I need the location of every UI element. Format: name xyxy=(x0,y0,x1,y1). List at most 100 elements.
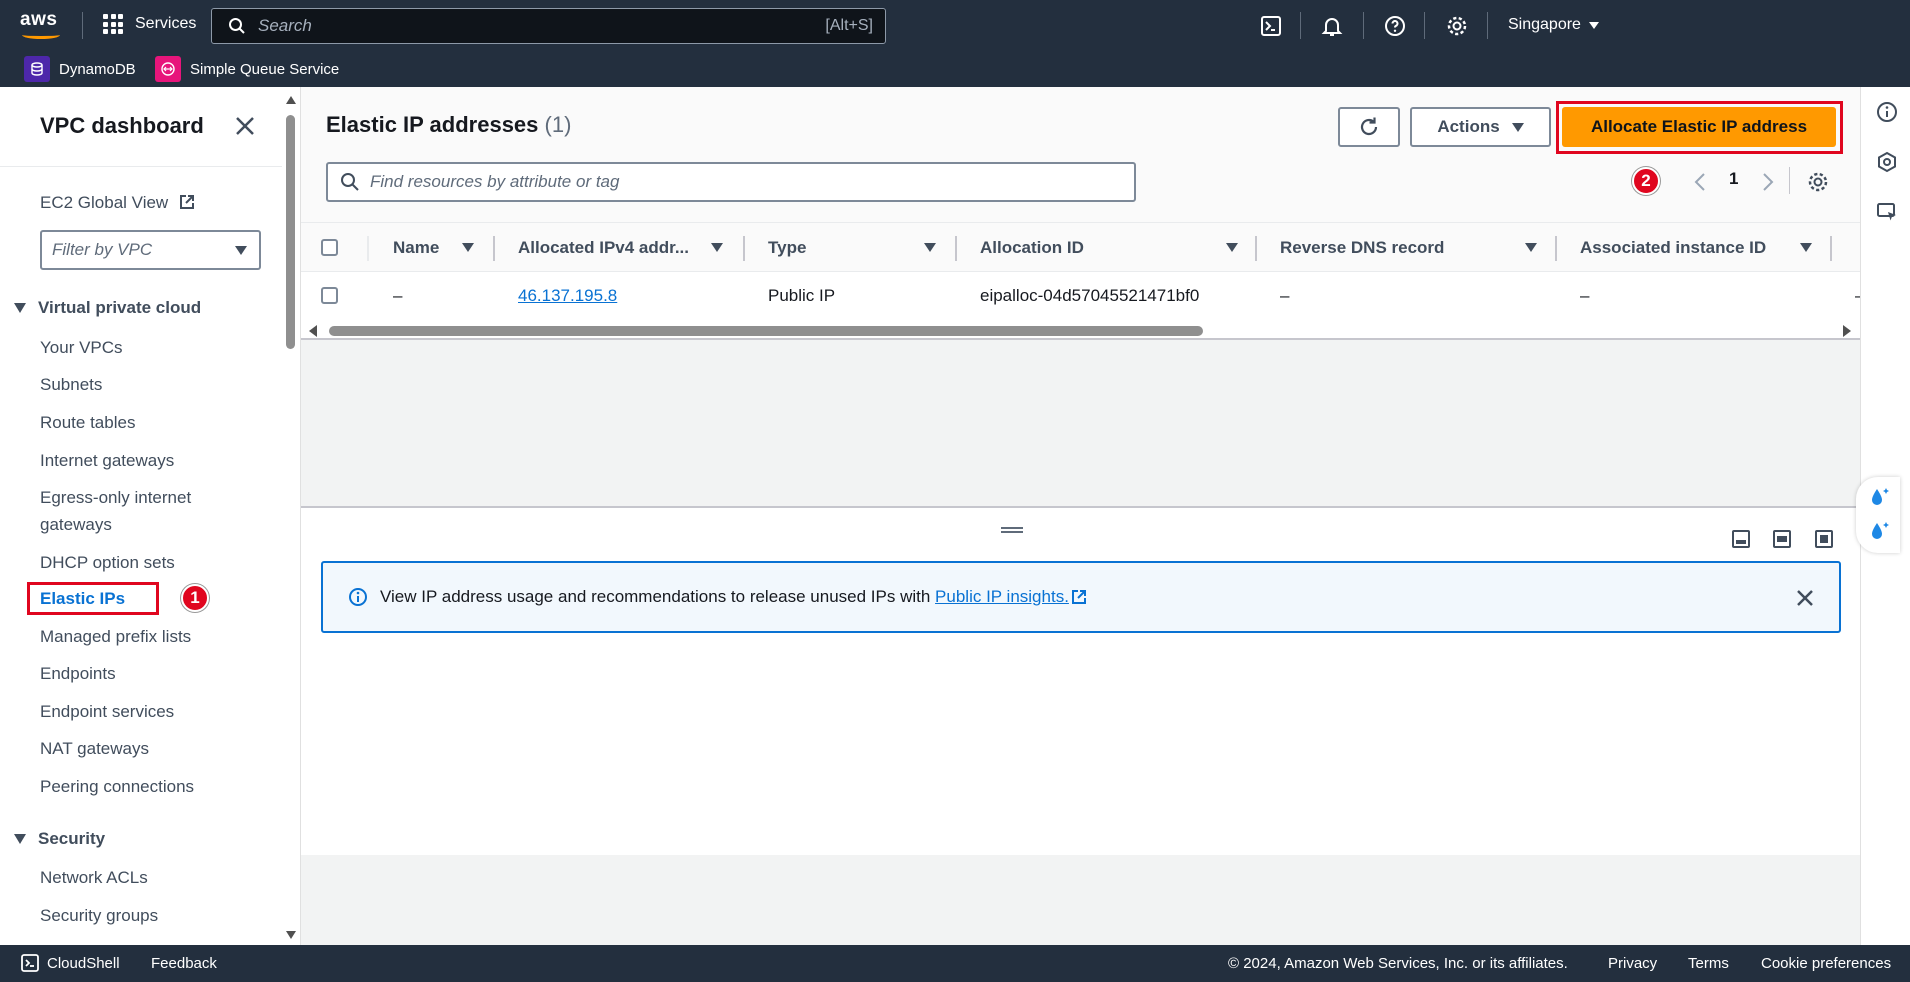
favorites-bar: DynamoDB Simple Queue Service xyxy=(0,51,1910,87)
scrollbar-thumb[interactable] xyxy=(329,326,1203,336)
page-bottom-area xyxy=(301,855,1861,945)
step-badge-1: 1 xyxy=(181,584,209,612)
scroll-left-arrow-icon[interactable] xyxy=(309,325,317,337)
sidebar-item-ec2-global-view[interactable]: EC2 Global View xyxy=(40,193,195,213)
column-header-type[interactable]: Type xyxy=(768,223,968,273)
ipv4-link[interactable]: 46.137.195.8 xyxy=(518,286,617,306)
search-icon xyxy=(341,173,359,191)
section-security[interactable]: Security xyxy=(14,829,105,849)
preferences-gear-icon[interactable] xyxy=(1806,170,1830,194)
actions-button[interactable]: Actions xyxy=(1410,107,1551,147)
sidebar-item-peering-connections[interactable]: Peering connections xyxy=(40,773,194,800)
table-panel: Elastic IP addresses (1) Actions Allocat… xyxy=(301,87,1861,340)
resize-handle-icon[interactable] xyxy=(1001,527,1023,533)
column-header-associated-instance-id[interactable]: Associated instance ID xyxy=(1580,223,1840,273)
sidebar: VPC dashboard EC2 Global View Filter by … xyxy=(0,87,282,945)
column-separator[interactable] xyxy=(955,236,957,261)
item-count: (1) xyxy=(544,112,572,137)
scroll-up-arrow-icon[interactable] xyxy=(286,96,296,104)
sidebar-item-internet-gateways[interactable]: Internet gateways xyxy=(40,447,174,474)
table-row[interactable]: – 46.137.195.8 Public IP eipalloc-04d570… xyxy=(301,272,1861,320)
sidebar-item-network-acls[interactable]: Network ACLs xyxy=(40,864,148,891)
column-separator[interactable] xyxy=(1555,236,1557,261)
split-panel-maximize-icon[interactable] xyxy=(1815,530,1833,548)
scroll-right-arrow-icon[interactable] xyxy=(1843,325,1851,337)
divider xyxy=(1424,12,1425,39)
cloudshell-footer-button[interactable]: CloudShell xyxy=(20,953,120,973)
vpc-filter-select[interactable]: Filter by VPC xyxy=(40,230,261,270)
main-content: Elastic IP addresses (1) Actions Allocat… xyxy=(300,87,1861,945)
sidebar-item-security-groups[interactable]: Security groups xyxy=(40,902,158,929)
column-separator[interactable] xyxy=(493,236,495,261)
column-header-allocation-id[interactable]: Allocation ID xyxy=(980,223,1270,273)
region-selector[interactable]: Singapore xyxy=(1508,16,1599,34)
alert-text: View IP address usage and recommendation… xyxy=(380,587,936,606)
favorite-dynamodb[interactable]: DynamoDB xyxy=(24,56,136,82)
sidebar-item-dhcp-option-sets[interactable]: DHCP option sets xyxy=(40,549,175,576)
empty-split-area xyxy=(301,340,1861,508)
dismiss-alert-close-icon[interactable] xyxy=(1795,588,1815,608)
split-panel-bottom-icon[interactable] xyxy=(1732,530,1750,548)
right-tools-rail xyxy=(1856,87,1910,945)
sidebar-item-route-tables[interactable]: Route tables xyxy=(40,409,135,436)
sidebar-item-egress-only-internet-gateways[interactable]: Egress-only internet gateways xyxy=(40,484,230,538)
close-icon[interactable] xyxy=(234,115,256,137)
step-badge-2: 2 xyxy=(1632,167,1660,195)
column-separator[interactable] xyxy=(1830,236,1832,261)
select-all-checkbox[interactable] xyxy=(321,239,338,256)
sidebar-title[interactable]: VPC dashboard xyxy=(40,113,204,139)
floating-assistant-widget[interactable] xyxy=(1856,477,1900,553)
amazon-q-icon[interactable] xyxy=(1876,151,1898,173)
aws-logo[interactable]: aws xyxy=(20,9,64,43)
column-separator[interactable] xyxy=(1255,236,1257,261)
privacy-link[interactable]: Privacy xyxy=(1608,955,1657,972)
feedback-link[interactable]: Feedback xyxy=(151,955,217,972)
current-page-number[interactable]: 1 xyxy=(1729,169,1738,189)
sidebar-item-nat-gateways[interactable]: NAT gateways xyxy=(40,735,149,762)
help-icon[interactable] xyxy=(1383,14,1407,38)
cookie-preferences-link[interactable]: Cookie preferences xyxy=(1761,955,1891,972)
cell-name: – xyxy=(393,286,403,305)
divider xyxy=(1487,12,1488,39)
refresh-button[interactable] xyxy=(1338,107,1400,147)
sidebar-item-endpoints[interactable]: Endpoints xyxy=(40,660,116,687)
chevron-left-icon[interactable] xyxy=(1693,171,1707,193)
sidebar-item-endpoint-services[interactable]: Endpoint services xyxy=(40,698,174,725)
sidebar-item-subnets[interactable]: Subnets xyxy=(40,371,102,398)
split-panel-side-icon[interactable] xyxy=(1773,530,1791,548)
scrollbar-thumb[interactable] xyxy=(286,115,295,349)
public-ip-insights-link[interactable]: Public IP insights. xyxy=(935,587,1069,607)
section-virtual-private-cloud[interactable]: Virtual private cloud xyxy=(14,298,201,318)
column-label: Allocation ID xyxy=(980,238,1084,257)
cloudshell-icon[interactable] xyxy=(1259,14,1283,38)
highlight-box-allocate xyxy=(1556,101,1843,154)
terms-link[interactable]: Terms xyxy=(1688,955,1729,972)
sort-icon xyxy=(924,243,936,252)
table-horizontal-scrollbar[interactable] xyxy=(301,320,1861,340)
screen-cursor-icon[interactable] xyxy=(1876,201,1898,223)
column-header-name[interactable]: Name xyxy=(393,223,503,273)
column-header-reverse-dns[interactable]: Reverse DNS record xyxy=(1280,223,1570,273)
services-menu-button[interactable]: Services xyxy=(103,14,196,34)
chevron-right-icon[interactable] xyxy=(1761,171,1775,193)
bell-icon[interactable] xyxy=(1320,14,1344,38)
grid-icon xyxy=(103,14,123,34)
scroll-down-arrow-icon[interactable] xyxy=(286,931,296,939)
cell-ipv4: 46.137.195.8 xyxy=(518,272,617,320)
caret-down-icon xyxy=(14,834,26,844)
dynamodb-icon xyxy=(24,56,50,82)
sidebar-scrollbar[interactable] xyxy=(282,87,300,945)
sidebar-item-managed-prefix-lists[interactable]: Managed prefix lists xyxy=(40,623,191,650)
column-header-allocated-ipv4[interactable]: Allocated IPv4 addr... xyxy=(518,223,748,273)
favorite-sqs[interactable]: Simple Queue Service xyxy=(155,56,339,82)
column-separator[interactable] xyxy=(743,236,745,261)
resource-filter-input[interactable]: Find resources by attribute or tag xyxy=(326,162,1136,202)
gear-icon[interactable] xyxy=(1445,14,1469,38)
water-drop-icon xyxy=(1872,522,1889,539)
info-panel-icon[interactable] xyxy=(1876,101,1898,123)
row-checkbox[interactable] xyxy=(321,287,338,304)
sidebar-item-your-vpcs[interactable]: Your VPCs xyxy=(40,334,123,361)
global-search-input[interactable]: Search [Alt+S] xyxy=(211,8,886,44)
refresh-icon xyxy=(1360,117,1378,136)
column-label: Associated instance ID xyxy=(1580,238,1767,257)
